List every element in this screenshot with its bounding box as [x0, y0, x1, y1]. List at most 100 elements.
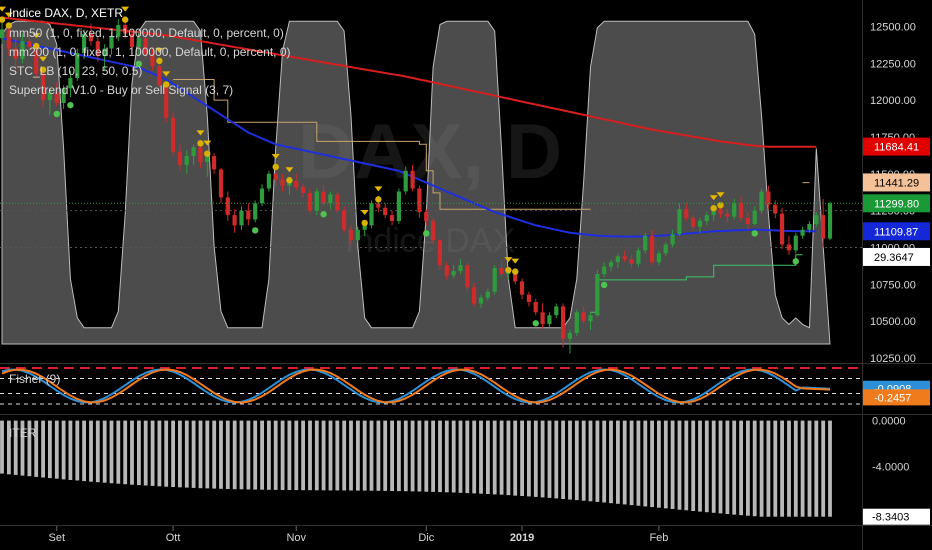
candle-body	[814, 215, 819, 224]
time-tick-label: Nov	[286, 532, 306, 544]
iter-histogram-bar	[444, 420, 449, 493]
candle-body	[458, 265, 463, 272]
iter-histogram-bar	[759, 420, 764, 517]
iter-histogram-bar	[609, 420, 613, 504]
price-tick-label: 12500.00	[870, 21, 916, 33]
study-legend-supertrend[interactable]: Supertrend V1.0 - Buy or Sell Signal (3,…	[9, 83, 233, 97]
candle-body	[608, 262, 614, 267]
iter-histogram-bar	[171, 420, 175, 487]
iter-histogram-bar	[301, 420, 305, 491]
candle-body	[485, 291, 490, 298]
iter-histogram-bar	[540, 420, 545, 498]
iter-histogram-bar	[362, 420, 367, 491]
iter-histogram-bar	[650, 420, 654, 508]
buy-signal-dot	[67, 101, 74, 109]
iter-histogram-bar	[356, 420, 360, 491]
candle-body	[807, 223, 812, 230]
symbol-title[interactable]: Indice DAX, D, XETR	[9, 6, 123, 20]
iter-histogram-bar	[739, 420, 743, 516]
iter-histogram-bar	[711, 420, 716, 513]
iter-histogram-bar	[314, 420, 319, 491]
iter-histogram-bar	[554, 420, 559, 499]
study-legend-mm200[interactable]: mm200 (1, 0, fixed, 1, 100000, Default, …	[9, 45, 291, 59]
iter-histogram-bar	[704, 420, 709, 513]
last-value-label-close: 11299.80	[874, 198, 919, 210]
iter-histogram-bar	[561, 420, 565, 499]
sell-signal-dot	[710, 205, 717, 212]
iter-histogram-bar	[691, 420, 696, 511]
iter-histogram-bar	[328, 420, 333, 491]
iter-histogram-bar	[349, 420, 353, 491]
buy-signal-dot	[320, 211, 327, 218]
iter-pane-label[interactable]: ITER	[9, 426, 36, 440]
candle-body	[389, 215, 395, 221]
iter-histogram-bar	[376, 420, 381, 491]
iter-histogram-bar	[280, 420, 285, 490]
iter-histogram-bar	[342, 420, 347, 491]
last-value-label-supertrend: 11441.29	[874, 177, 919, 189]
candle-body	[246, 210, 251, 220]
iter-histogram-bar	[130, 420, 134, 485]
candle-body	[431, 220, 436, 241]
iter-histogram-bar	[746, 420, 750, 516]
candle-body	[259, 188, 265, 204]
buy-signal-dot	[600, 281, 608, 289]
iter-histogram-bar	[89, 420, 93, 482]
candle-body	[602, 266, 607, 274]
last-value-label-mm50: 11109.87	[874, 226, 918, 238]
iter-histogram-bar	[636, 420, 641, 506]
candle-body	[732, 203, 737, 217]
candle-body	[718, 209, 723, 214]
iter-histogram-bar	[41, 420, 45, 478]
last-value-label-mm200: 11684.41	[874, 142, 919, 154]
candle-body	[280, 179, 285, 186]
candle-body	[348, 229, 354, 241]
candle-body	[171, 117, 176, 152]
iter-histogram-bar	[321, 420, 326, 491]
price-tick-label: 10500.00	[870, 316, 916, 328]
candle-body	[793, 235, 798, 251]
iter-histogram-bar	[54, 420, 59, 479]
iter-histogram-bar	[410, 420, 415, 492]
candle-body	[670, 234, 675, 245]
candle-body	[232, 215, 237, 226]
fisher-pane-label[interactable]: Fisher (9)	[9, 372, 60, 386]
candle-body	[198, 147, 203, 162]
iter-histogram-bar	[499, 420, 504, 495]
iter-histogram-bar	[143, 420, 148, 486]
candle-body	[752, 210, 757, 224]
iter-histogram-bar	[732, 420, 737, 515]
iter-histogram-bar	[643, 420, 648, 507]
iter-histogram-bar	[68, 420, 73, 480]
iter-histogram-bar	[95, 420, 100, 483]
iter-histogram-bar	[581, 420, 586, 501]
candle-body	[821, 215, 826, 239]
candle-body	[827, 203, 833, 239]
study-legend-mm50[interactable]: mm50 (1, 0, fixed, 1, 100000, Default, 0…	[9, 26, 284, 40]
sell-signal-dot	[286, 177, 293, 184]
iter-histogram-bar	[527, 420, 531, 497]
buy-signal-dot	[792, 258, 799, 265]
iter-histogram-bar	[506, 420, 511, 496]
candle-body	[307, 192, 312, 211]
iter-histogram-bar	[287, 420, 292, 490]
buy-signal-dot	[251, 227, 259, 234]
iter-histogram-bar	[451, 420, 456, 493]
iter-histogram-bar	[718, 420, 723, 514]
iter-histogram-bar	[629, 420, 634, 506]
iter-histogram-bar	[622, 420, 627, 505]
price-tick-label: 10750.00	[870, 279, 916, 291]
iter-last-label: -8.3403	[872, 512, 909, 524]
candle-body	[355, 229, 360, 241]
iter-histogram-bar	[239, 420, 244, 490]
candle-body	[465, 265, 470, 288]
candle-body	[656, 253, 661, 263]
iter-histogram-bar	[431, 420, 435, 492]
iter-histogram-bar	[260, 420, 264, 490]
candle-body	[677, 209, 682, 235]
sell-signal-dot	[505, 266, 512, 274]
candle-body	[301, 187, 306, 193]
candle-body	[629, 259, 634, 264]
iter-histogram-bar	[698, 420, 702, 512]
study-legend-stc[interactable]: STC_LB (10, 23, 50, 0.5)	[9, 64, 142, 78]
